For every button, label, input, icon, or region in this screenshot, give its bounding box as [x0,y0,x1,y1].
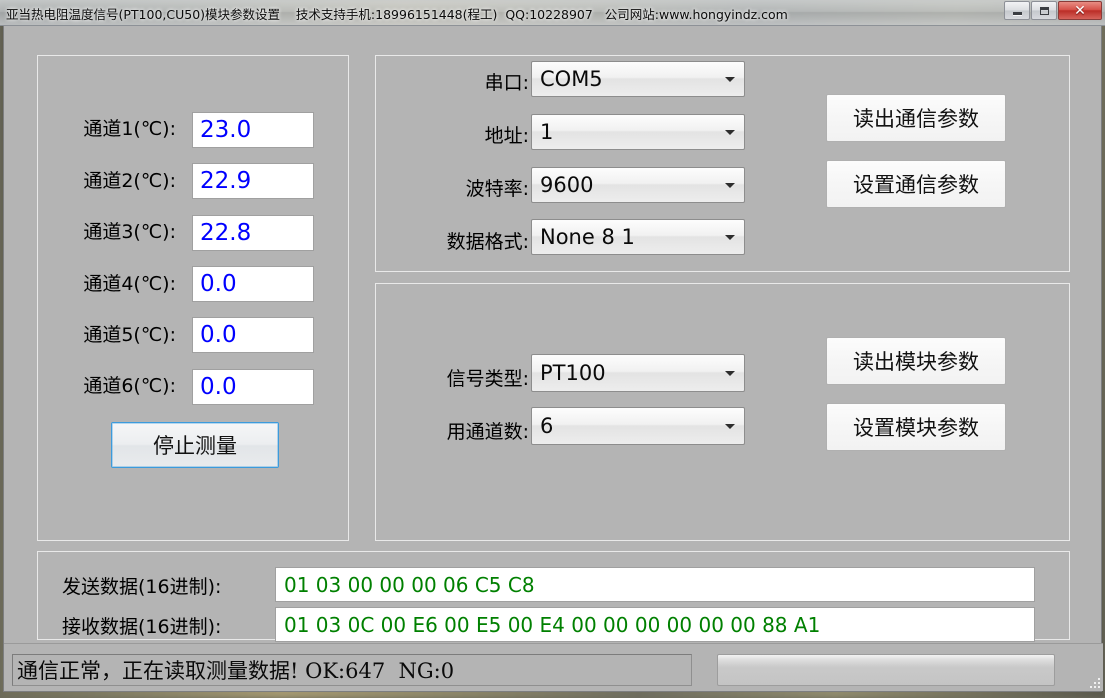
set-module-params-button[interactable]: 设置模块参数 [826,403,1006,451]
read-comm-params-button[interactable]: 读出通信参数 [826,94,1006,142]
address-combo[interactable]: 1 [531,114,745,150]
channel-label-6: 通道6(℃): [56,377,176,396]
progress-bar [717,654,1055,686]
title-bar[interactable]: 亚当热电阻温度信号(PT100,CU50)模块参数设置 技术支持手机:18996… [0,0,1105,26]
channel-value-1: 23.0 [192,112,314,148]
baudrate-value: 9600 [540,173,593,197]
channel-label-4: 通道4(℃): [56,275,176,294]
receive-data-field[interactable]: 01 03 0C 00 E6 00 E5 00 E4 00 00 00 00 0… [275,607,1035,642]
address-label: 地址: [399,127,529,146]
data-format-combo[interactable]: None 8 1 [531,219,745,255]
close-icon: ✕ [1074,4,1086,18]
chevron-down-icon [725,77,735,82]
maximize-icon [1040,7,1049,15]
stop-measure-button[interactable]: 停止测量 [111,422,279,468]
signal-type-combo[interactable]: PT100 [531,354,745,392]
channel-count-label: 用通道数: [389,423,529,442]
channel-value-6: 0.0 [192,369,314,405]
status-bar: 通信正常，正在读取测量数据! OK:647 NG:0 [4,643,1103,691]
data-format-label: 数据格式: [379,233,529,252]
channel-label-5: 通道5(℃): [56,326,176,345]
serial-port-combo[interactable]: COM5 [531,61,745,97]
serial-port-label: 串口: [399,74,529,93]
channel-label-2: 通道2(℃): [56,172,176,191]
window-title: 亚当热电阻温度信号(PT100,CU50)模块参数设置 技术支持手机:18996… [6,4,788,23]
baudrate-label: 波特率: [389,180,529,199]
serial-port-value: COM5 [540,67,603,91]
chevron-down-icon [725,183,735,188]
channel-count-value: 6 [540,414,553,438]
chevron-down-icon [725,130,735,135]
send-data-label: 发送数据(16进制): [62,578,221,597]
channel-value-2: 22.9 [192,163,314,199]
signal-type-label: 信号类型: [389,370,529,389]
resize-grip[interactable] [1086,674,1100,688]
receive-data-label: 接收数据(16进制): [62,618,221,637]
baudrate-combo[interactable]: 9600 [531,167,745,203]
chevron-down-icon [725,235,735,240]
close-button[interactable]: ✕ [1058,1,1102,20]
data-format-value: None 8 1 [540,225,635,249]
chevron-down-icon [725,424,735,429]
signal-type-value: PT100 [540,361,606,385]
status-message: 通信正常，正在读取测量数据! OK:647 NG:0 [12,654,692,686]
set-comm-params-button[interactable]: 设置通信参数 [826,160,1006,208]
address-value: 1 [540,120,553,144]
minimize-button[interactable] [1004,1,1030,20]
channel-value-3: 22.8 [192,215,314,251]
window-controls: ✕ [1003,1,1102,20]
application-window: 亚当热电阻温度信号(PT100,CU50)模块参数设置 技术支持手机:18996… [0,0,1105,698]
channel-label-3: 通道3(℃): [56,223,176,242]
chevron-down-icon [725,371,735,376]
channel-label-1: 通道1(℃): [56,120,176,139]
maximize-button[interactable] [1031,1,1057,20]
send-data-field[interactable]: 01 03 00 00 00 06 C5 C8 [275,567,1035,602]
channel-count-combo[interactable]: 6 [531,407,745,445]
channel-value-5: 0.0 [192,317,314,353]
minimize-icon [1013,12,1022,15]
read-module-params-button[interactable]: 读出模块参数 [826,337,1006,385]
client-area: 通道1(℃): 23.0 通道2(℃): 22.9 通道3(℃): 22.8 通… [3,26,1102,692]
channel-value-4: 0.0 [192,266,314,302]
